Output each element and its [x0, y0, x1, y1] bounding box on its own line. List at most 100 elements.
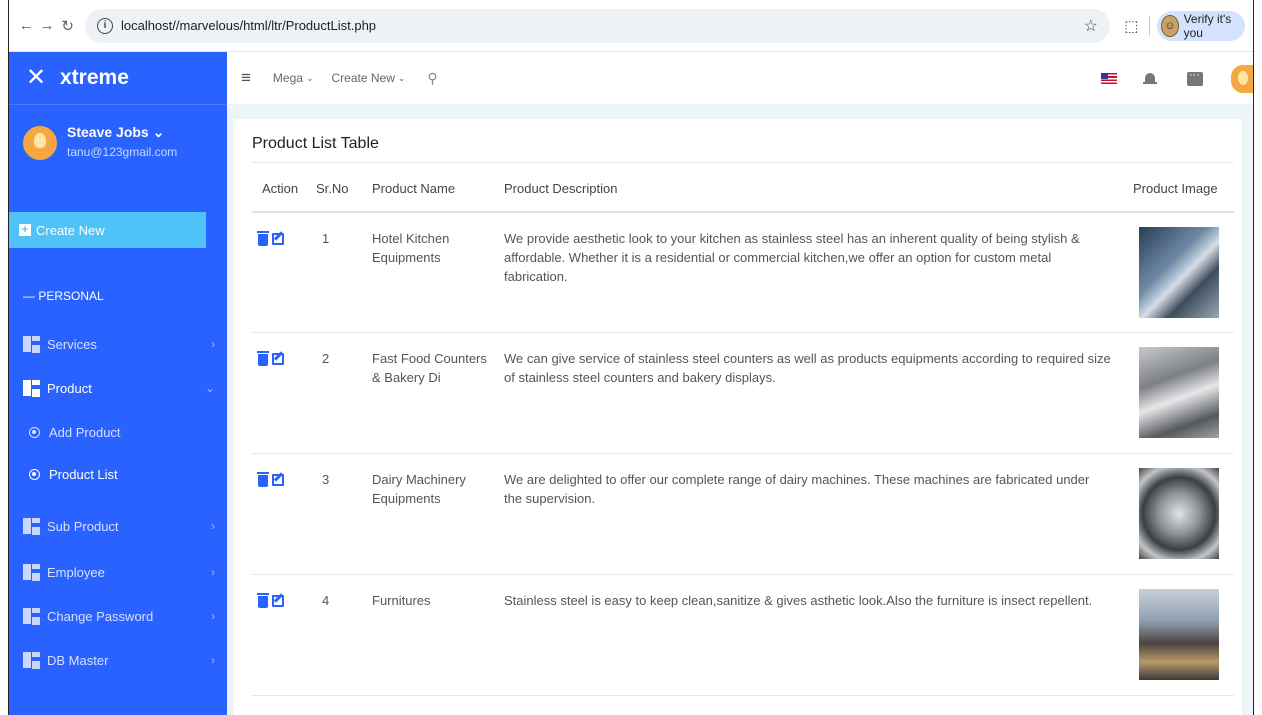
row-product-name: Dairy Machinery Equipments: [372, 472, 466, 506]
product-image-kitchen: [1139, 227, 1219, 318]
user-avatar-menu[interactable]: [1231, 64, 1253, 93]
brand-logo[interactable]: ✕ xtreme: [9, 52, 227, 105]
toolbar-divider: [1148, 15, 1150, 36]
grid-icon: [23, 380, 40, 397]
grid-icon: [23, 518, 40, 535]
column-header-product-name: Product Name: [372, 181, 456, 196]
product-image-counter: [1139, 347, 1219, 438]
reload-icon[interactable]: ↻: [58, 14, 77, 38]
notification-bell-icon[interactable]: [1143, 71, 1157, 87]
delete-icon[interactable]: [257, 231, 269, 246]
address-bar[interactable]: i localhost//marvelous/html/ltr/ProductL…: [84, 8, 1110, 43]
product-list-card: Product List Table Action Sr.No Product …: [234, 119, 1242, 715]
sidebar-item-services[interactable]: Services ›: [9, 326, 227, 362]
user-profile[interactable]: Steave Jobs ⌄ tanu@123gmail.com: [9, 105, 227, 210]
row-srno: 2: [322, 351, 330, 366]
column-header-action: Action: [262, 181, 299, 196]
brand-name: xtreme: [60, 66, 129, 89]
row-product-description: We are delighted to offer our complete r…: [504, 472, 1090, 506]
plus-icon: +: [19, 224, 31, 236]
back-icon[interactable]: ←: [17, 14, 36, 38]
create-new-button[interactable]: + Create New: [9, 212, 206, 248]
row-divider: [252, 695, 1234, 696]
sidebar-item-label: Product: [47, 380, 92, 396]
grid-icon: [23, 652, 40, 669]
sidebar-item-label: DB Master: [47, 652, 109, 668]
sidebar-item-sub-product[interactable]: Sub Product ›: [9, 508, 227, 544]
sidebar-subitem-label: Add Product: [49, 424, 121, 440]
sidebar-item-label: Change Password: [47, 608, 154, 624]
product-image-furniture: [1139, 589, 1219, 680]
edit-icon[interactable]: [272, 353, 284, 365]
row-divider: [252, 453, 1234, 454]
sidebar-subitem-add-product[interactable]: Add Product: [9, 416, 227, 448]
logo-icon: ✕: [26, 63, 47, 91]
sidebar-item-change-password[interactable]: Change Password ›: [9, 598, 227, 634]
search-icon[interactable]: ⚲: [427, 70, 437, 87]
row-srno: 1: [322, 231, 330, 246]
row-product-description: Stainless steel is easy to keep clean,sa…: [504, 593, 1093, 608]
site-info-icon[interactable]: i: [96, 17, 113, 34]
chevron-down-icon: ⌄: [305, 72, 314, 83]
grid-icon: [23, 564, 40, 581]
delete-icon[interactable]: [257, 351, 269, 366]
url-text: localhost//marvelous/html/ltr/ProductLis…: [120, 18, 377, 33]
row-product-description: We can give service of stainless steel c…: [504, 351, 1111, 385]
create-new-menu-label: Create New: [331, 71, 395, 85]
chevron-right-icon: ›: [211, 565, 215, 579]
row-product-name: Furnitures: [372, 593, 431, 608]
bookmark-star-icon[interactable]: ☆: [1084, 16, 1098, 36]
column-header-srno: Sr.No: [316, 181, 349, 196]
chevron-down-icon: ⌄: [204, 381, 215, 395]
create-new-menu-toggle[interactable]: Create New ⌄: [332, 71, 406, 85]
messages-icon[interactable]: [1187, 69, 1203, 86]
row-product-description: We provide aesthetic look to your kitche…: [504, 231, 1080, 284]
sidebar-item-label: Services: [47, 336, 97, 352]
mega-menu-toggle[interactable]: Mega ⌄: [273, 71, 314, 85]
hamburger-menu-icon[interactable]: ≡: [241, 68, 251, 88]
column-header-product-description: Product Description: [504, 181, 618, 196]
sidebar-subitem-product-list[interactable]: Product List: [9, 458, 227, 490]
row-divider: [252, 574, 1234, 575]
edit-icon[interactable]: [272, 233, 284, 245]
top-navbar: ≡ Mega ⌄ Create New ⌄ ⚲: [227, 52, 1253, 105]
user-avatar: [23, 126, 57, 160]
profile-avatar-icon: ☺: [1161, 14, 1179, 37]
sidebar-item-product[interactable]: Product ⌄: [9, 370, 227, 406]
product-image-dairy: [1139, 468, 1219, 559]
edit-icon[interactable]: [272, 474, 284, 486]
header-divider: [252, 211, 1234, 213]
radio-dot-icon: [29, 426, 40, 438]
grid-icon: [23, 608, 40, 625]
user-name[interactable]: Steave Jobs ⌄: [67, 124, 177, 141]
verify-label: Verify it's you: [1183, 11, 1232, 40]
browser-toolbar: ← → ↻ i localhost//marvelous/html/ltr/Pr…: [9, 0, 1253, 52]
grid-icon: [23, 336, 40, 353]
sidebar-subitem-label: Product List: [49, 466, 118, 482]
row-srno: 4: [322, 593, 330, 608]
forward-icon[interactable]: →: [38, 14, 57, 38]
sidebar-item-db-master[interactable]: DB Master ›: [9, 642, 227, 678]
topbar-right-actions: [1101, 52, 1253, 105]
card-title: Product List Table: [252, 135, 379, 152]
create-new-label: Create New: [36, 222, 105, 238]
row-product-name: Fast Food Counters & Bakery Di: [372, 351, 487, 385]
chevron-right-icon: ›: [211, 519, 215, 533]
extensions-icon[interactable]: ⬚: [1122, 14, 1141, 38]
sidebar-item-employee[interactable]: Employee ›: [9, 554, 227, 590]
section-label-personal: — PERSONAL: [23, 289, 104, 303]
divider: [252, 162, 1234, 163]
sidebar-item-label: Employee: [47, 564, 105, 580]
column-header-product-image: Product Image: [1133, 181, 1218, 196]
mega-menu-label: Mega: [272, 71, 303, 85]
edit-icon[interactable]: [272, 595, 284, 607]
chevron-right-icon: ›: [211, 609, 215, 623]
row-product-name: Hotel Kitchen Equipments: [372, 231, 450, 265]
delete-icon[interactable]: [257, 593, 269, 608]
row-divider: [252, 332, 1234, 333]
delete-icon[interactable]: [257, 472, 269, 487]
sidebar-item-label: Sub Product: [47, 518, 119, 534]
verify-profile-button[interactable]: ☺ Verify it's you: [1157, 10, 1246, 41]
language-flag-icon[interactable]: [1101, 73, 1117, 84]
chevron-down-icon: ⌄: [397, 72, 406, 83]
